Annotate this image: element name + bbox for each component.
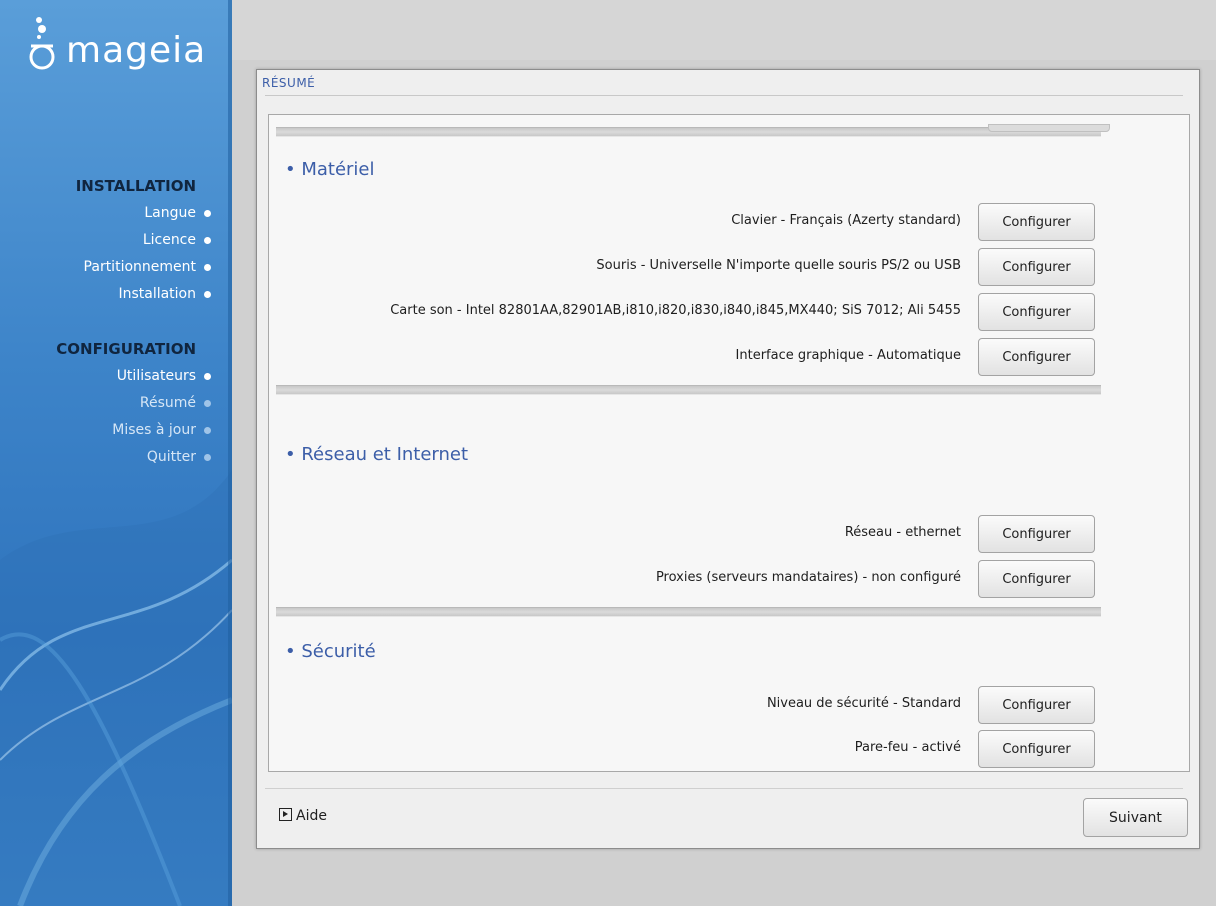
configure-mouse-button[interactable]: Configurer bbox=[978, 248, 1095, 286]
background-top-band bbox=[232, 0, 1216, 60]
row-label-souris: Souris - Universelle N'importe quelle so… bbox=[596, 258, 961, 273]
installer-sidebar: mageia INSTALLATION Langue Licence Parti… bbox=[0, 0, 232, 906]
sidebar-step-langue: Langue bbox=[144, 205, 211, 221]
configure-keyboard-button[interactable]: Configurer bbox=[978, 203, 1095, 241]
logo-text: mageia bbox=[66, 30, 207, 71]
section-separator bbox=[276, 124, 1110, 137]
sidebar-section-installation: INSTALLATION bbox=[75, 177, 196, 195]
row-label-pare-feu: Pare-feu - activé bbox=[854, 740, 961, 755]
section-separator bbox=[276, 607, 1101, 617]
sidebar-step-utilisateurs: Utilisateurs bbox=[116, 368, 211, 384]
step-label: Partitionnement bbox=[83, 259, 196, 275]
configure-graphics-button[interactable]: Configurer bbox=[978, 338, 1095, 376]
configure-soundcard-button[interactable]: Configurer bbox=[978, 293, 1095, 331]
step-done-dot-icon bbox=[204, 373, 211, 380]
step-label: Installation bbox=[118, 286, 196, 302]
sidebar-step-partitionnement: Partitionnement bbox=[83, 259, 211, 275]
row-label-carte-son: Carte son - Intel 82801AA,82901AB,i810,i… bbox=[390, 303, 961, 318]
section-separator bbox=[276, 385, 1101, 395]
step-label: Résumé bbox=[139, 395, 196, 411]
configure-firewall-button[interactable]: Configurer bbox=[978, 730, 1095, 768]
step-pending-dot-icon bbox=[204, 427, 211, 434]
configure-security-level-button[interactable]: Configurer bbox=[978, 686, 1095, 724]
sidebar-edge bbox=[228, 0, 232, 906]
step-label: Quitter bbox=[146, 449, 196, 465]
section-heading-materiel: • Matériel bbox=[285, 159, 375, 180]
row-label-reseau: Réseau - ethernet bbox=[844, 525, 961, 540]
configure-network-button[interactable]: Configurer bbox=[978, 515, 1095, 553]
step-label: Licence bbox=[142, 232, 196, 248]
sidebar-section-configuration: CONFIGURATION bbox=[56, 340, 196, 358]
step-done-dot-icon bbox=[204, 237, 211, 244]
sidebar-step-mises-a-jour: Mises à jour bbox=[112, 422, 211, 438]
window-title: RÉSUMÉ bbox=[262, 76, 316, 90]
sidebar-step-resume: Résumé bbox=[139, 395, 211, 411]
title-divider bbox=[265, 95, 1183, 96]
sidebar-decoration bbox=[0, 470, 232, 906]
row-label-niveau-securite: Niveau de sécurité - Standard bbox=[766, 696, 961, 711]
row-label-clavier: Clavier - Français (Azerty standard) bbox=[731, 213, 961, 228]
mageia-cauldron-icon bbox=[29, 17, 55, 70]
sidebar-step-installation: Installation bbox=[118, 286, 211, 302]
step-pending-dot-icon bbox=[204, 454, 211, 461]
help-expander[interactable]: Aide bbox=[279, 808, 327, 824]
step-label: Langue bbox=[144, 205, 196, 221]
row-label-proxies: Proxies (serveurs mandataires) - non con… bbox=[655, 570, 961, 585]
help-label: Aide bbox=[296, 808, 327, 824]
expand-arrow-icon bbox=[279, 808, 292, 821]
mageia-logo: mageia bbox=[28, 14, 228, 74]
step-label: Mises à jour bbox=[112, 422, 196, 438]
step-done-dot-icon bbox=[204, 264, 211, 271]
step-done-dot-icon bbox=[204, 291, 211, 298]
step-pending-dot-icon bbox=[204, 400, 211, 407]
step-done-dot-icon bbox=[204, 210, 211, 217]
configure-proxies-button[interactable]: Configurer bbox=[978, 560, 1095, 598]
row-label-interface-graphique: Interface graphique - Automatique bbox=[735, 348, 961, 363]
sidebar-step-quitter: Quitter bbox=[146, 449, 211, 465]
step-label: Utilisateurs bbox=[116, 368, 196, 384]
next-button[interactable]: Suivant bbox=[1083, 798, 1188, 837]
summary-window: RÉSUMÉ • Matériel Clavier - Français (Az… bbox=[256, 69, 1200, 849]
section-heading-securite: • Sécurité bbox=[285, 641, 376, 662]
sidebar-step-licence: Licence bbox=[142, 232, 211, 248]
summary-scroll-area[interactable]: • Matériel Clavier - Français (Azerty st… bbox=[268, 114, 1190, 772]
scrolled-button-edge bbox=[988, 124, 1110, 132]
bottom-divider bbox=[265, 788, 1183, 789]
section-heading-reseau: • Réseau et Internet bbox=[285, 444, 469, 465]
